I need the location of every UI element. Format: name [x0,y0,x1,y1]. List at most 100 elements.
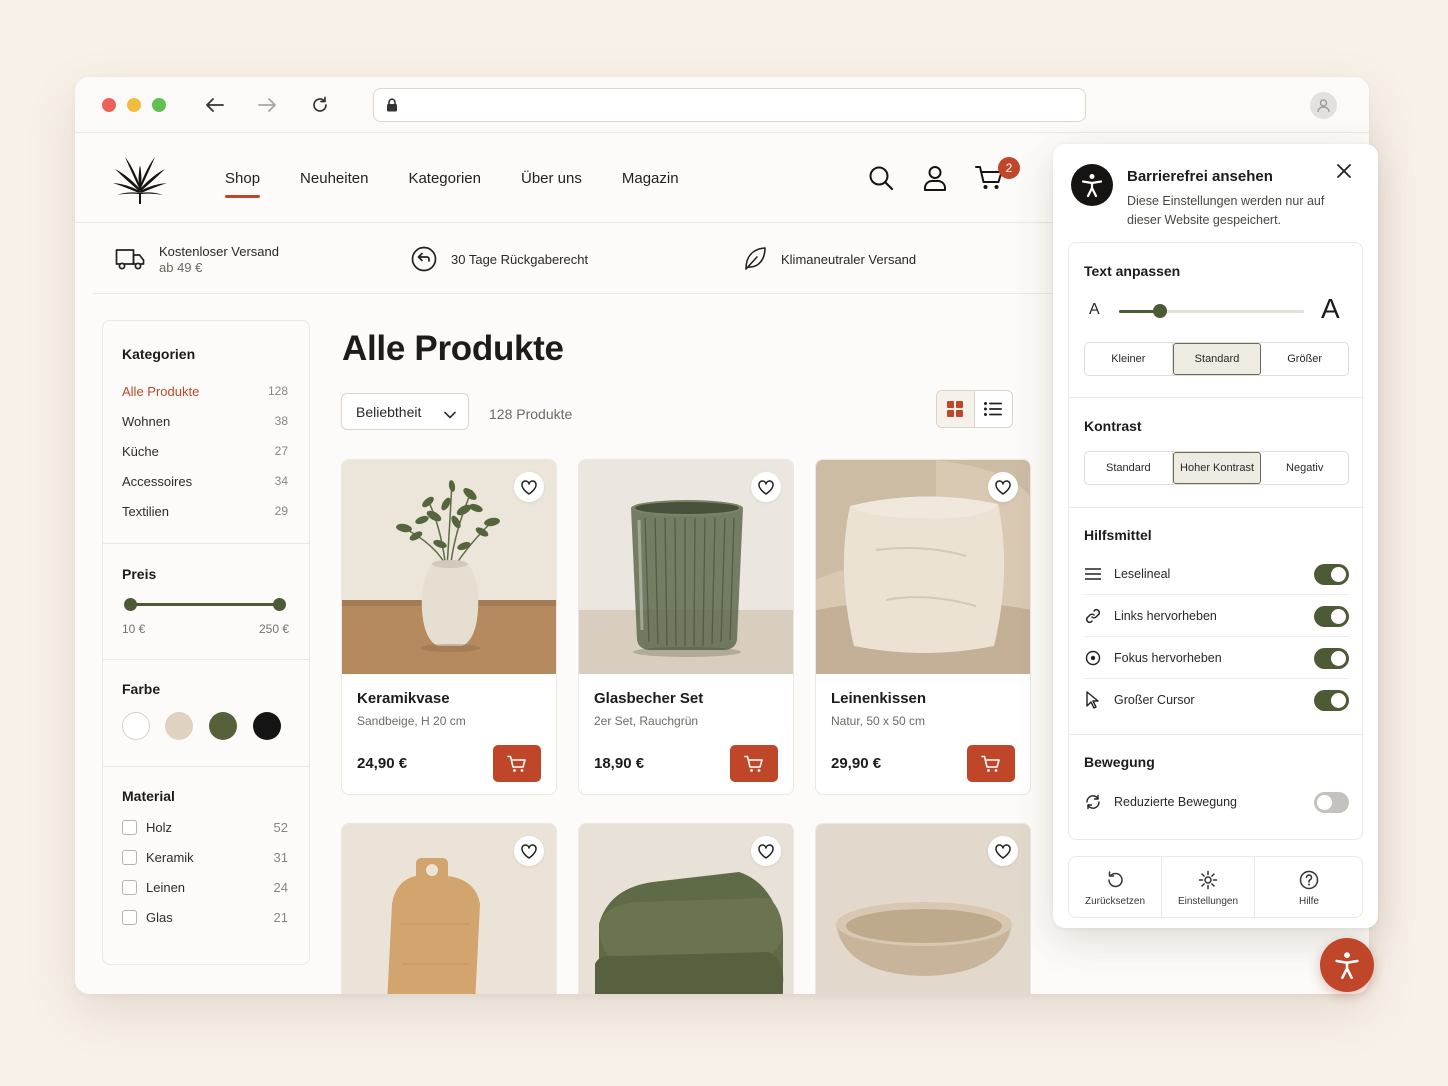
benefits-strip: Kostenloser Versand ab 49 € 30 Tage Rück… [93,224,1053,294]
settings-button[interactable]: Einstellungen [1162,857,1255,919]
back-arrow-icon[interactable] [201,91,229,119]
contrast-negativ[interactable]: Negativ [1261,452,1348,484]
reset-label: Zurücksetzen [1084,895,1146,907]
price-min-label: 10 € [122,622,146,636]
category-accessoires[interactable]: Accessoires 34 [122,474,288,489]
close-icon[interactable] [1333,160,1355,182]
nav-ueber-uns[interactable]: Über uns [521,170,582,187]
tool-grosser-cursor[interactable]: Großer Cursor [1084,679,1349,721]
tools-section: Hilfsmittel Leselineal Links hervorheben… [1069,508,1364,735]
favorite-heart-icon[interactable] [514,836,544,866]
favorite-heart-icon[interactable] [751,472,781,502]
material-leinen[interactable]: Leinen 24 [122,880,288,895]
favorite-heart-icon[interactable] [514,472,544,502]
add-to-cart-button[interactable] [730,745,778,782]
color-swatch-black[interactable] [253,712,281,740]
maximize-window-button[interactable] [152,98,166,112]
checkbox[interactable] [122,850,137,865]
color-swatch-white[interactable] [122,712,150,740]
product-card-towel[interactable] [578,823,794,994]
product-name[interactable]: Keramikvase [357,690,450,707]
favorite-heart-icon[interactable] [751,836,781,866]
price-range-track [131,603,281,606]
help-button[interactable]: Hilfe [1255,857,1363,919]
price-max-handle[interactable] [273,598,286,611]
favorite-heart-icon[interactable] [988,472,1018,502]
product-card-board[interactable] [341,823,557,994]
sort-dropdown[interactable]: Beliebtheit [341,393,469,430]
product-card-keramikvase[interactable]: Keramikvase Sandbeige, H 20 cm 24,90 € [341,459,557,795]
category-alle-produkte[interactable]: Alle Produkte 128 [122,384,288,399]
search-icon[interactable] [866,163,896,193]
text-size-kleiner[interactable]: Kleiner [1085,343,1173,375]
price-section: Preis 10 € 250 € [103,544,309,660]
text-size-standard[interactable]: Standard [1172,343,1262,375]
view-toggle [936,390,1013,428]
product-card-bowl[interactable] [815,823,1031,994]
a11y-settings-box: Text anpassen A A Kleiner Standard Größe… [1068,242,1364,840]
product-name[interactable]: Glasbecher Set [594,690,703,707]
toggle-switch[interactable] [1314,690,1349,711]
reload-icon[interactable] [306,91,334,119]
contrast-standard[interactable]: Standard [1085,452,1173,484]
add-to-cart-button[interactable] [493,745,541,782]
checkbox[interactable] [122,820,137,835]
add-to-cart-button[interactable] [967,745,1015,782]
product-card-glasbecher-set[interactable]: Glasbecher Set 2er Set, Rauchgrün 18,90 … [578,459,794,795]
profile-avatar-icon[interactable] [1310,92,1337,119]
nav-magazin[interactable]: Magazin [622,170,679,187]
color-swatch-olive[interactable] [209,712,237,740]
product-card-leinenkissen[interactable]: Leinenkissen Natur, 50 x 50 cm 29,90 € [815,459,1031,795]
category-kueche[interactable]: Küche 27 [122,444,288,459]
checkbox[interactable] [122,910,137,925]
filter-sidebar: Kategorien Alle Produkte 128 Wohnen 38 Küc… [102,320,310,965]
toggle-switch[interactable] [1314,648,1349,669]
material-holz[interactable]: Holz 52 [122,820,288,835]
list-view-icon[interactable] [975,391,1013,427]
material-glas[interactable]: Glas 21 [122,910,288,925]
category-wohnen[interactable]: Wohnen 38 [122,414,288,429]
product-name[interactable]: Leinenkissen [831,690,926,707]
toggle-switch[interactable] [1314,792,1349,813]
price-min-handle[interactable] [124,598,137,611]
address-bar[interactable] [373,88,1086,122]
accessibility-person-icon [1332,950,1362,980]
tool-fokus-hervorheben[interactable]: Fokus hervorheben [1084,637,1349,679]
accessibility-fab-button[interactable] [1320,938,1374,992]
reset-button[interactable]: Zurücksetzen [1069,857,1162,919]
nav-neuheiten[interactable]: Neuheiten [300,170,368,187]
palm-leaf-logo[interactable] [111,149,169,210]
text-size-section: Text anpassen A A Kleiner Standard Größe… [1069,243,1364,398]
price-max-label: 250 € [258,622,289,636]
tool-links-hervorheben[interactable]: Links hervorheben [1084,595,1349,637]
motion-refresh-icon [1084,794,1102,810]
cursor-icon [1084,691,1102,709]
contrast-hoher-kontrast[interactable]: Hoher Kontrast [1172,452,1262,484]
forward-arrow-icon[interactable] [253,91,281,119]
a11y-title: Barrierefrei ansehen [1127,168,1273,185]
tool-reduzierte-bewegung[interactable]: Reduzierte Bewegung [1084,781,1349,823]
color-swatch-beige[interactable] [165,712,193,740]
nav-kategorien[interactable]: Kategorien [408,170,481,187]
text-size-groesser[interactable]: Größer [1261,343,1348,375]
minimize-window-button[interactable] [127,98,141,112]
toggle-switch[interactable] [1314,606,1349,627]
material-count: 52 [273,820,288,835]
reset-icon [1105,870,1125,890]
account-user-icon[interactable] [920,163,950,193]
grid-view-icon[interactable] [937,391,975,427]
tool-leselineal[interactable]: Leselineal [1084,553,1349,595]
material-keramik[interactable]: Keramik 31 [122,850,288,865]
material-section: Material Holz 52 Keramik 31 Leinen 24 Glas 2… [103,767,309,964]
text-size-segment: Kleiner Standard Größer [1084,342,1349,376]
favorite-heart-icon[interactable] [988,836,1018,866]
close-window-button[interactable] [102,98,116,112]
nav-shop[interactable]: Shop [225,170,261,198]
material-label: Glas [146,910,173,925]
text-size-handle[interactable] [1152,304,1167,318]
checkbox[interactable] [122,880,137,895]
category-label: Accessoires [122,474,193,489]
sort-value: Beliebtheit [356,403,422,420]
category-textilien[interactable]: Textilien 29 [122,504,288,519]
toggle-switch[interactable] [1314,564,1349,585]
